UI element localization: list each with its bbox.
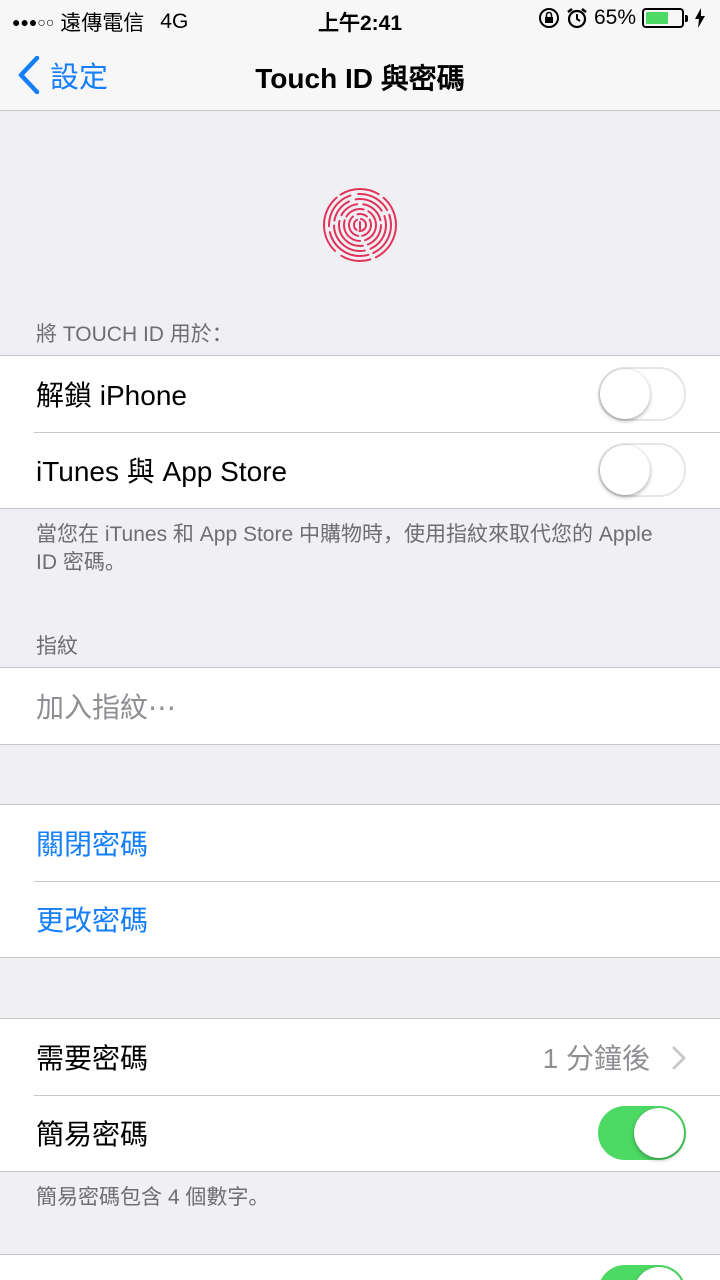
- simple-passcode-toggle[interactable]: [598, 1106, 686, 1160]
- require-passcode-value: 1 分鐘後: [542, 1043, 650, 1074]
- add-fingerprint-label: 加入指紋⋯: [36, 692, 177, 723]
- passcode-group: 關閉密碼 更改密碼: [0, 804, 720, 958]
- navigation-bar: 設定 Touch ID 與密碼: [0, 40, 720, 111]
- turn-off-passcode-label: 關閉密碼: [36, 829, 149, 860]
- simple-passcode-footer: 簡易密碼包含 4 個數字。: [36, 1186, 270, 1209]
- itunes-app-store-label: iTunes 與 App Store: [36, 456, 288, 487]
- battery-percent: 65%: [593, 6, 636, 29]
- touch-id-group: 解鎖 iPhone iTunes 與 App Store: [0, 355, 720, 509]
- change-passcode-label: 更改密碼: [36, 905, 149, 936]
- page-title: Touch ID 與密碼: [255, 63, 465, 94]
- fingerprint-group: 加入指紋⋯: [0, 667, 720, 745]
- fingerprint-icon: [323, 188, 397, 262]
- itunes-app-store-row: iTunes 與 App Store: [0, 432, 720, 508]
- next-settings-group: [0, 1254, 720, 1280]
- battery-icon: [642, 8, 688, 28]
- simple-passcode-row: 簡易密碼: [0, 1095, 720, 1171]
- status-bar: ●●●○○ 遠傳電信 4G 上午2:41 65%: [0, 0, 720, 40]
- lock-rotation-icon: [538, 8, 559, 28]
- toggle-knob: [634, 1267, 684, 1280]
- charging-bolt-icon: [695, 8, 705, 28]
- simple-passcode-label: 簡易密碼: [36, 1119, 149, 1150]
- battery-level: [646, 12, 669, 24]
- toggle-knob: [600, 445, 650, 495]
- unlock-iphone-row: 解鎖 iPhone: [0, 356, 720, 432]
- change-passcode-button[interactable]: 更改密碼: [0, 881, 720, 957]
- unlock-iphone-label: 解鎖 iPhone: [36, 380, 187, 411]
- require-passcode-label: 需要密碼: [36, 1043, 149, 1074]
- itunes-app-store-toggle[interactable]: [598, 443, 686, 497]
- touch-id-section-header: 將 TOUCH ID 用於：: [36, 323, 233, 346]
- chevron-right-icon: [672, 1046, 686, 1070]
- unlock-iphone-toggle[interactable]: [598, 367, 686, 421]
- toggle-knob: [634, 1108, 684, 1158]
- require-passcode-row[interactable]: 需要密碼 1 分鐘後: [0, 1019, 720, 1095]
- require-passcode-group: 需要密碼 1 分鐘後 簡易密碼: [0, 1018, 720, 1172]
- add-fingerprint-row[interactable]: 加入指紋⋯: [0, 668, 720, 744]
- alarm-icon: [567, 8, 587, 29]
- partial-toggle[interactable]: [598, 1265, 686, 1280]
- touch-id-footer: 當您在 iTunes 和 App Store 中購物時，使用指紋來取代您的 Ap…: [36, 523, 653, 574]
- fingerprint-section-header: 指紋: [36, 635, 78, 658]
- toggle-knob: [600, 369, 650, 419]
- turn-off-passcode-button[interactable]: 關閉密碼: [0, 805, 720, 881]
